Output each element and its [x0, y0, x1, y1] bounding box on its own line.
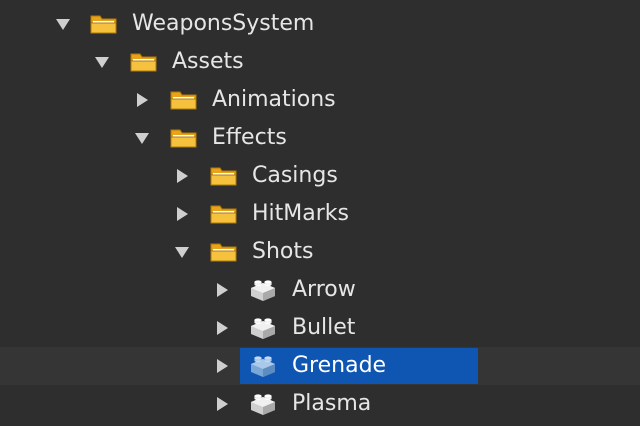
tree-row-label: Shots [252, 239, 314, 264]
tree-row-label: HitMarks [252, 201, 349, 226]
collapsed-arrow-icon[interactable] [174, 206, 190, 222]
folder-icon [169, 126, 199, 150]
tree-row-label: Bullet [292, 315, 356, 340]
tree-row-label: Casings [252, 163, 338, 188]
collapsed-arrow-icon[interactable] [214, 358, 230, 374]
collapsed-arrow-icon[interactable] [214, 396, 230, 412]
collapsed-arrow-icon[interactable] [134, 92, 150, 108]
tree-row-bullet[interactable]: Bullet [0, 309, 640, 347]
folder-icon [209, 164, 239, 188]
tree-row-casings[interactable]: Casings [0, 157, 640, 195]
folder-icon [89, 12, 119, 36]
tree-row-label: Plasma [292, 391, 372, 416]
tree-row-arrow[interactable]: Arrow [0, 271, 640, 309]
expanded-arrow-icon[interactable] [134, 130, 150, 146]
tree-row-plasma[interactable]: Plasma [0, 385, 640, 423]
folder-icon [169, 88, 199, 112]
collapsed-arrow-icon[interactable] [174, 168, 190, 184]
tree-row-label: Grenade [292, 353, 387, 378]
part-brick-icon [248, 278, 278, 302]
tree-row-grenade[interactable]: Grenade [0, 347, 640, 385]
collapsed-arrow-icon[interactable] [214, 320, 230, 336]
tree-row-weaponssystem[interactable]: WeaponsSystem [0, 5, 640, 43]
tree-row-shots[interactable]: Shots [0, 233, 640, 271]
tree-row-label: Animations [212, 87, 336, 112]
part-brick-icon [248, 392, 278, 416]
folder-icon [209, 202, 239, 226]
tree-row-label: WeaponsSystem [132, 11, 315, 36]
tree-row-label: Effects [212, 125, 287, 150]
tree-row-animations[interactable]: Animations [0, 81, 640, 119]
folder-icon [209, 240, 239, 264]
tree-row-label: Arrow [292, 277, 356, 302]
collapsed-arrow-icon[interactable] [214, 282, 230, 298]
expanded-arrow-icon[interactable] [94, 54, 110, 70]
expanded-arrow-icon[interactable] [174, 244, 190, 260]
tree-row-assets[interactable]: Assets [0, 43, 640, 81]
part-brick-icon [248, 316, 278, 340]
part-brick-icon [248, 354, 278, 378]
explorer-tree: WeaponsSystem Assets Animations Effects … [0, 0, 640, 426]
tree-row-label: Assets [172, 49, 244, 74]
tree-row-hitmarks[interactable]: HitMarks [0, 195, 640, 233]
tree-row-effects[interactable]: Effects [0, 119, 640, 157]
expanded-arrow-icon[interactable] [55, 16, 71, 32]
folder-icon [129, 50, 159, 74]
